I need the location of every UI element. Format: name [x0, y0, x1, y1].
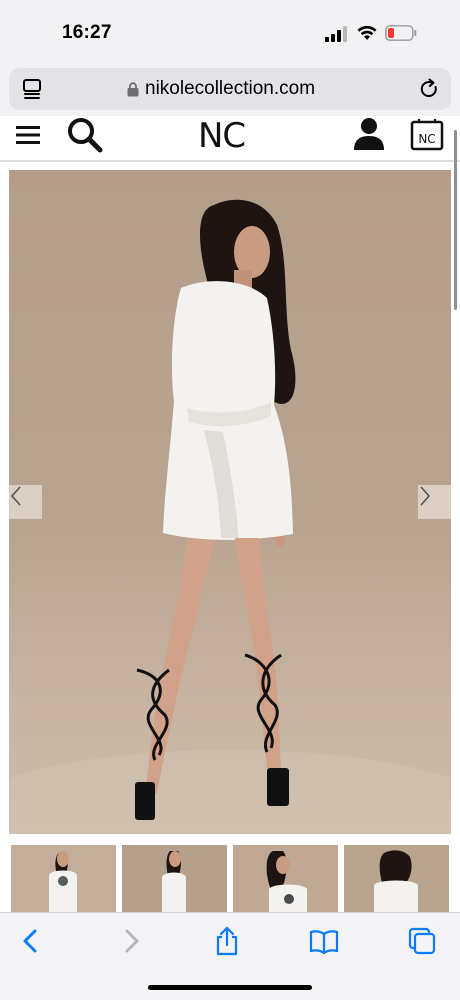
cellular-signal-icon [325, 26, 347, 42]
next-image-button[interactable] [418, 485, 451, 519]
url-text[interactable]: nikolecollection.com [145, 78, 315, 100]
previous-image-button[interactable] [9, 485, 42, 519]
home-indicator[interactable] [148, 985, 312, 990]
status-time: 16:27 [62, 22, 112, 43]
product-main-image[interactable] [9, 170, 451, 834]
page-menu-icon[interactable] [21, 78, 43, 100]
share-icon[interactable] [212, 926, 242, 956]
wifi-icon [357, 25, 377, 40]
address-bar[interactable]: nikolecollection.com [9, 68, 451, 110]
thumbnail-strip [11, 845, 451, 912]
model-photo [9, 199, 451, 834]
tabs-icon[interactable] [407, 926, 437, 956]
phone-screen: 16:27 nikolecollection.com NC NC [0, 0, 460, 1000]
account-icon[interactable] [353, 117, 385, 151]
bookmarks-icon[interactable] [309, 926, 339, 956]
reload-icon[interactable] [417, 77, 441, 101]
chevron-right-icon [420, 486, 431, 506]
chevron-left-icon [10, 486, 21, 506]
thumbnail-1[interactable] [11, 845, 116, 912]
thumbnail-4[interactable] [344, 845, 449, 912]
cart-badge-text: NC [418, 132, 435, 146]
cart-icon[interactable]: NC [409, 116, 445, 152]
lock-icon [127, 82, 139, 97]
bag-icon: NC [410, 119, 444, 151]
hamburger-menu-icon[interactable] [16, 124, 40, 146]
search-icon[interactable] [66, 118, 104, 154]
forward-icon[interactable] [116, 926, 146, 956]
thumbnail-2[interactable] [122, 845, 227, 912]
scroll-indicator[interactable] [454, 130, 457, 310]
status-bar: 16:27 [0, 0, 460, 62]
product-page [0, 162, 460, 912]
battery-icon [385, 25, 417, 41]
back-icon[interactable] [16, 926, 46, 956]
site-header: NC NC [0, 116, 460, 162]
thumbnail-3[interactable] [233, 845, 338, 912]
brand-logo[interactable]: NC [198, 116, 246, 156]
